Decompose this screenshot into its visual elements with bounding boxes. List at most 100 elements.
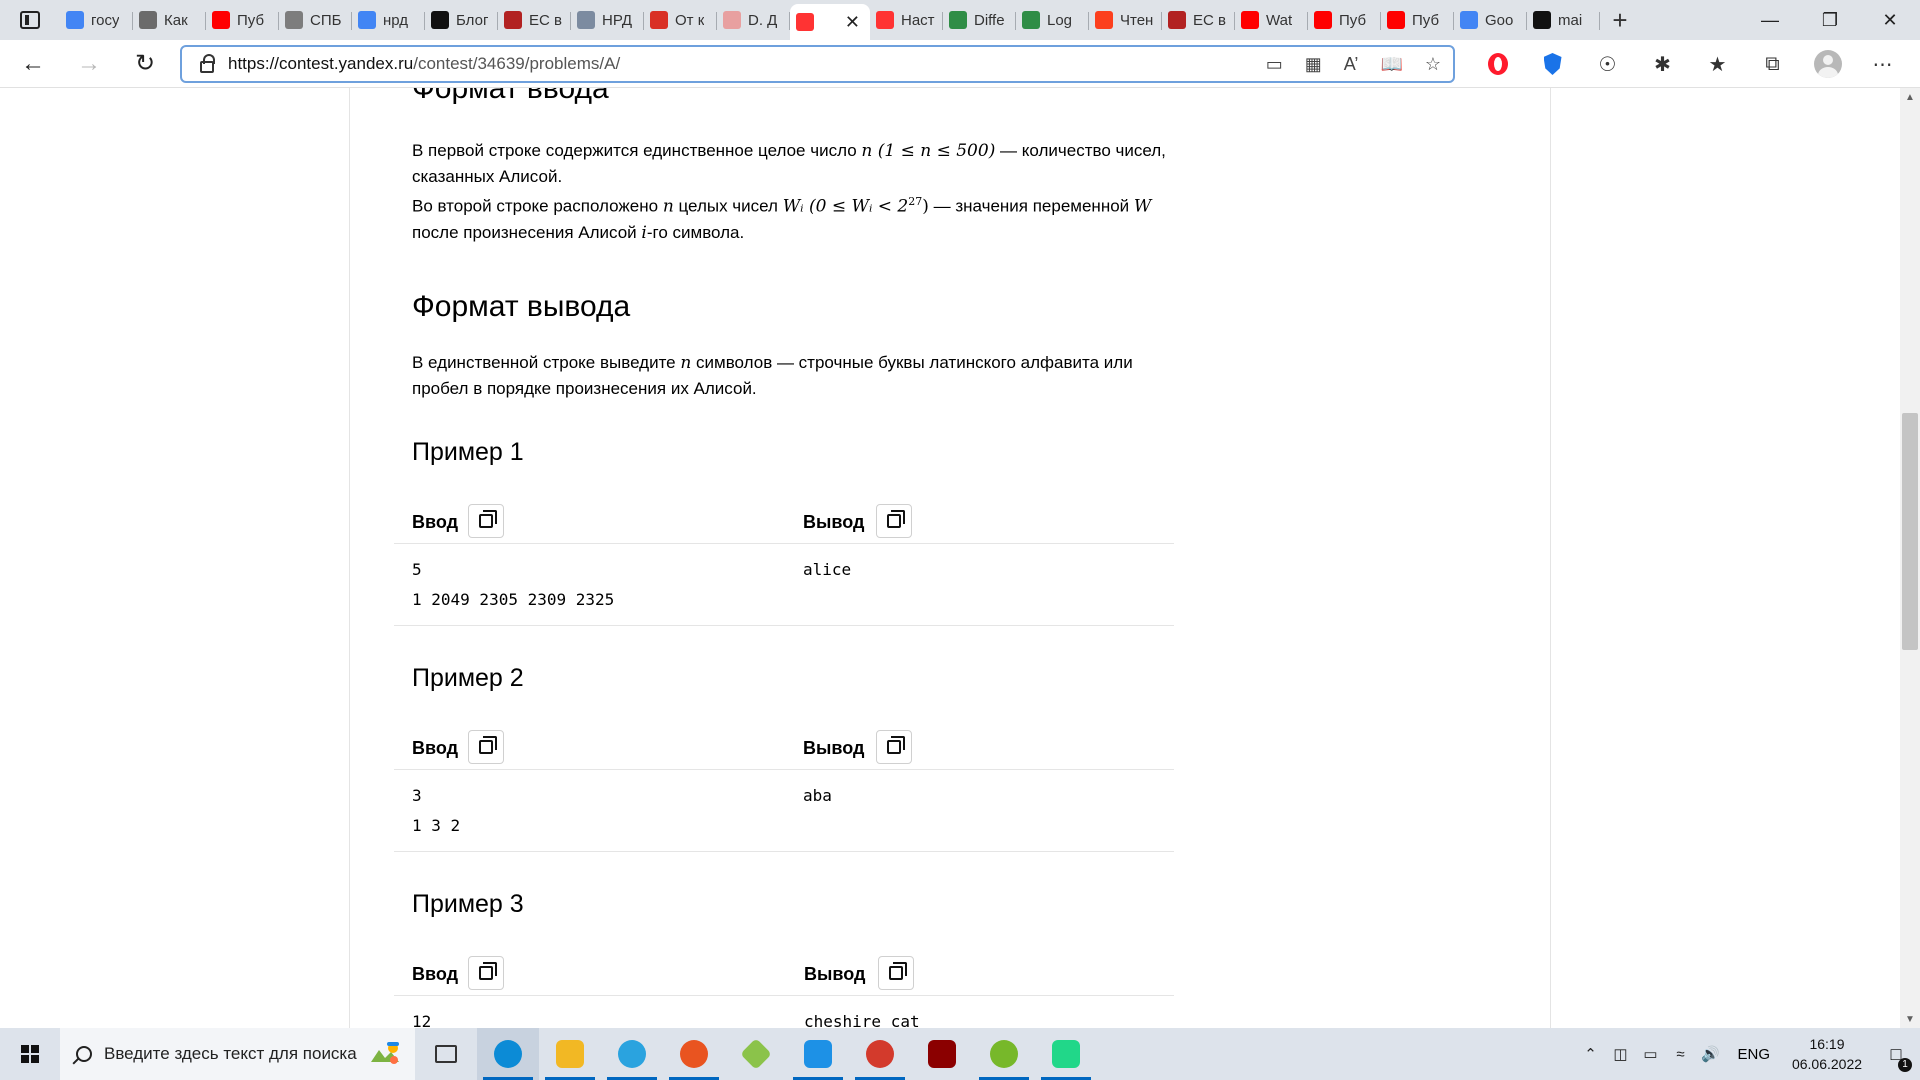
start-button[interactable] (0, 1028, 60, 1080)
tab-label: От к (675, 11, 705, 29)
weather-widget-icon[interactable] (367, 1040, 401, 1066)
browser-tab[interactable]: Wat (1235, 4, 1308, 36)
language-indicator[interactable]: ENG (1725, 1046, 1782, 1063)
collections-icon[interactable]: ⧉ (1745, 53, 1800, 76)
app-available-icon[interactable]: ▭ (1266, 54, 1283, 75)
browser-tab[interactable]: Пуб (1381, 4, 1454, 36)
scroll-up-arrow[interactable]: ▲ (1900, 88, 1920, 106)
tab-actions-menu[interactable] (0, 0, 60, 40)
browser-tab[interactable]: Log (1016, 4, 1089, 36)
example-3-output[interactable]: cheshire cat (804, 1007, 920, 1028)
profile-avatar[interactable] (1800, 50, 1855, 78)
browser-tab[interactable]: госу (60, 4, 133, 36)
example-2-copy-input-button[interactable] (468, 730, 504, 764)
browser-tab[interactable]: СПБ (279, 4, 352, 36)
code-extension-icon[interactable]: ☉ (1580, 52, 1635, 77)
clock[interactable]: 16:19 06.06.2022 (1782, 1034, 1872, 1074)
opera-extension-icon[interactable] (1470, 53, 1525, 75)
add-favorite-icon[interactable]: ☆ (1425, 54, 1441, 75)
example-3-copy-output-button[interactable] (878, 956, 914, 990)
scroll-down-arrow[interactable]: ▼ (1900, 1010, 1920, 1028)
copy-icon (887, 510, 905, 528)
browser-tab[interactable]: Пуб (206, 4, 279, 36)
tab-list: госу Как Пуб СПБ нрд Блог ЕС в НРД От к D. Д ✕ Наст… (60, 0, 1600, 40)
favorites-icon[interactable]: ★ (1690, 52, 1745, 77)
example-1-input-label: Ввод (412, 512, 459, 532)
example-1-copy-output-button[interactable] (876, 504, 912, 538)
taskbar-app-ubuntu[interactable] (663, 1028, 725, 1080)
volume-icon[interactable]: 🔊 (1695, 1045, 1725, 1063)
input-text-1a: В первой строке содержится единственное … (412, 141, 862, 160)
browser-tab[interactable]: mai (1527, 4, 1600, 36)
lock-icon[interactable] (200, 53, 215, 73)
back-button[interactable]: ← (10, 44, 56, 84)
browser-tab[interactable]: Пуб (1308, 4, 1381, 36)
forward-button[interactable]: → (66, 44, 112, 84)
taskbar-app-telegram[interactable] (601, 1028, 663, 1080)
notification-center-button[interactable]: □ 1 (1872, 1044, 1920, 1072)
tray-overflow-icon[interactable]: ⌃ (1575, 1045, 1605, 1063)
example-1-title: Пример 1 (412, 438, 524, 466)
example-2-input[interactable]: 3 1 3 2 (412, 781, 460, 841)
extensions-icon[interactable]: ✱ (1635, 52, 1690, 77)
example-1-output[interactable]: alice (803, 555, 851, 585)
taskbar-app-edge[interactable] (477, 1028, 539, 1080)
windows-taskbar: Введите здесь текст для поиска ⌃ ◫ ▭ ≈ 🔊… (0, 1028, 1920, 1080)
input-format-heading: Формат ввода (412, 88, 609, 105)
taskbar-app-task-view[interactable] (415, 1028, 477, 1080)
math-w-range: Wᵢ (0 ≤ Wᵢ < 2 (782, 196, 909, 217)
address-bar[interactable]: https://contest.yandex.ru/contest/34639/… (180, 45, 1455, 83)
refresh-button[interactable]: ↻ (122, 44, 168, 84)
browser-tab[interactable]: D. Д (717, 4, 790, 36)
tab-label: Пуб (1412, 11, 1440, 29)
taskbar-app-file-explorer[interactable] (539, 1028, 601, 1080)
browser-tab[interactable]: НРД (571, 4, 644, 36)
browser-tab[interactable]: Наст (870, 4, 943, 36)
tab-label: D. Д (748, 11, 778, 29)
taskbar-search[interactable]: Введите здесь текст для поиска (60, 1028, 415, 1080)
taskbar-app-pycharm[interactable] (1035, 1028, 1097, 1080)
example-1-header: Ввод Вывод (412, 498, 1192, 546)
extensions-grid-icon[interactable]: ▦ (1305, 54, 1322, 75)
example-1-output-label: Вывод (803, 512, 865, 532)
browser-tab[interactable]: нрд (352, 4, 425, 36)
browser-tab[interactable]: Блог (425, 4, 498, 36)
taskbar-app-record-tool[interactable] (849, 1028, 911, 1080)
battery-icon[interactable]: ▭ (1635, 1045, 1665, 1063)
example-2-divider-top (394, 769, 1174, 770)
close-tab-icon[interactable]: ✕ (845, 12, 860, 33)
example-3-input[interactable]: 12 (412, 1007, 431, 1028)
wifi-icon[interactable]: ≈ (1665, 1046, 1695, 1063)
browser-tab[interactable]: От к (644, 4, 717, 36)
scrollbar-thumb[interactable] (1902, 413, 1918, 650)
browser-tab-active[interactable]: ✕ (790, 4, 870, 40)
immersive-reader-icon[interactable]: 📖 (1380, 54, 1402, 75)
browser-tab[interactable]: Goo (1454, 4, 1527, 36)
taskbar-app-utorrent[interactable] (973, 1028, 1035, 1080)
taskbar-app-docker[interactable] (787, 1028, 849, 1080)
browser-tab[interactable]: Чтен (1089, 4, 1162, 36)
example-1-copy-input-button[interactable] (468, 504, 504, 538)
close-window-button[interactable]: ✕ (1860, 0, 1920, 40)
browser-tab[interactable]: Diffe (943, 4, 1016, 36)
new-tab-button[interactable]: + (1600, 5, 1640, 36)
browser-tab[interactable]: ЕС в (498, 4, 571, 36)
taskbar-app-git-tool[interactable] (725, 1028, 787, 1080)
url-text[interactable]: https://contest.yandex.ru/contest/34639/… (228, 54, 620, 74)
shield-extension-icon[interactable] (1525, 53, 1580, 75)
more-menu-icon[interactable]: ⋯ (1855, 52, 1910, 77)
restore-button[interactable]: ❐ (1800, 0, 1860, 40)
example-1-input[interactable]: 5 1 2049 2305 2309 2325 (412, 555, 614, 615)
git-tool-icon (740, 1038, 772, 1070)
example-2-output[interactable]: aba (803, 781, 832, 811)
example-2-copy-output-button[interactable] (876, 730, 912, 764)
geeks-icon (1022, 11, 1040, 29)
read-aloud-icon[interactable]: A’ (1344, 54, 1359, 75)
minimize-button[interactable]: — (1740, 0, 1800, 40)
example-3-copy-input-button[interactable] (468, 956, 504, 990)
browser-tab[interactable]: ЕС в (1162, 4, 1235, 36)
device-icon[interactable]: ◫ (1605, 1045, 1635, 1063)
taskbar-app-dark-app[interactable] (911, 1028, 973, 1080)
tab-actions-icon (20, 11, 40, 29)
browser-tab[interactable]: Как (133, 4, 206, 36)
